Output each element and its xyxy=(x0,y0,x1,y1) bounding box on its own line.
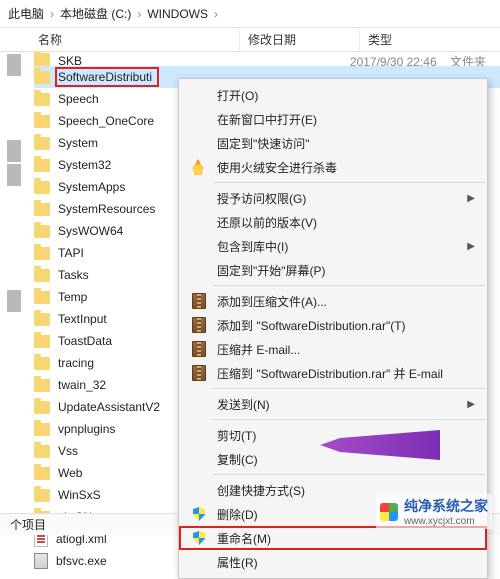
column-date[interactable]: 修改日期 xyxy=(240,28,360,51)
logo-icon xyxy=(380,503,398,521)
file-name: SysWOW64 xyxy=(58,224,123,238)
exe-file-icon xyxy=(34,553,48,569)
folder-icon xyxy=(34,93,50,106)
file-name: System32 xyxy=(58,158,111,172)
column-type[interactable]: 类型 xyxy=(360,28,500,51)
folder-icon xyxy=(34,335,50,348)
menu-compress-rar-email[interactable]: 压缩到 "SoftwareDistribution.rar" 并 E-mail xyxy=(179,361,487,385)
chevron-right-icon: › xyxy=(50,7,54,21)
file-name: SystemResources xyxy=(58,202,155,216)
menu-separator xyxy=(213,388,485,389)
folder-icon xyxy=(34,71,50,84)
folder-icon xyxy=(34,53,50,66)
menu-rename[interactable]: 重命名(M) xyxy=(179,526,487,550)
file-name: ToastData xyxy=(58,334,112,348)
menu-cut[interactable]: 剪切(T) xyxy=(179,423,487,447)
folder-icon xyxy=(34,181,50,194)
folder-icon xyxy=(34,401,50,414)
folder-icon xyxy=(34,445,50,458)
breadcrumb[interactable]: 此电脑 › 本地磁盘 (C:) › WINDOWS › xyxy=(0,0,500,28)
column-headers: 名称 修改日期 类型 xyxy=(0,28,500,52)
breadcrumb-seg[interactable]: 本地磁盘 (C:) xyxy=(60,5,131,22)
menu-separator xyxy=(213,285,485,286)
menu-open-new-window[interactable]: 在新窗口中打开(E) xyxy=(179,107,487,131)
menu-copy[interactable]: 复制(C) xyxy=(179,447,487,471)
menu-separator xyxy=(213,419,485,420)
file-name: Tasks xyxy=(58,268,89,282)
menu-pin-start[interactable]: 固定到"开始"屏幕(P) xyxy=(179,258,487,282)
file-name: Temp xyxy=(58,290,87,304)
list-item[interactable]: SKB 2017/9/30 22:46 文件夹 xyxy=(34,52,500,66)
menu-grant-access[interactable]: 授予访问权限(G)▶ xyxy=(179,186,487,210)
folder-icon xyxy=(34,159,50,172)
chevron-right-icon: › xyxy=(137,7,141,21)
folder-icon xyxy=(34,423,50,436)
menu-add-rar[interactable]: 添加到 "SoftwareDistribution.rar"(T) xyxy=(179,313,487,337)
folder-icon xyxy=(34,203,50,216)
file-name: Vss xyxy=(58,444,78,458)
breadcrumb-seg[interactable]: 此电脑 xyxy=(8,5,44,22)
file-name: SKB xyxy=(58,54,82,66)
archive-icon xyxy=(191,341,207,357)
folder-icon xyxy=(34,247,50,260)
file-name: Web xyxy=(58,466,82,480)
chevron-right-icon: ▶ xyxy=(467,399,475,410)
folder-icon xyxy=(34,269,50,282)
folder-icon xyxy=(34,115,50,128)
watermark-title: 纯净系统之家 xyxy=(404,498,488,514)
chevron-right-icon: › xyxy=(214,7,218,21)
menu-huorong-scan[interactable]: 使用火绒安全进行杀毒 xyxy=(179,155,487,179)
menu-separator xyxy=(213,182,485,183)
folder-icon xyxy=(34,489,50,502)
menu-compress-email[interactable]: 压缩并 E-mail... xyxy=(179,337,487,361)
shield-icon xyxy=(191,530,207,546)
archive-icon xyxy=(191,317,207,333)
file-date: 2017/9/30 22:46 文件夹 xyxy=(350,53,486,66)
file-name: vpnplugins xyxy=(58,422,115,436)
menu-restore-versions[interactable]: 还原以前的版本(V) xyxy=(179,210,487,234)
shield-icon xyxy=(191,506,207,522)
chevron-right-icon: ▶ xyxy=(467,241,475,252)
file-name: Speech xyxy=(58,92,99,106)
watermark: 纯净系统之家 www.xycjxt.com xyxy=(376,494,492,529)
file-name: SoftwareDistributi xyxy=(58,70,156,84)
file-name: SystemApps xyxy=(58,180,125,194)
breadcrumb-seg[interactable]: WINDOWS xyxy=(147,7,208,21)
chevron-right-icon: ▶ xyxy=(467,193,475,204)
file-name: twain_32 xyxy=(58,378,106,392)
file-name: UpdateAssistantV2 xyxy=(58,400,160,414)
watermark-url: www.xycjxt.com xyxy=(404,516,488,527)
menu-pin-quick-access[interactable]: 固定到"快速访问" xyxy=(179,131,487,155)
menu-open[interactable]: 打开(O) xyxy=(179,83,487,107)
folder-icon xyxy=(34,137,50,150)
folder-icon xyxy=(34,225,50,238)
file-name: WinSxS xyxy=(58,488,101,502)
fire-icon xyxy=(191,159,207,175)
folder-icon xyxy=(34,313,50,326)
menu-add-archive[interactable]: 添加到压缩文件(A)... xyxy=(179,289,487,313)
folder-icon xyxy=(34,467,50,480)
menu-include-library[interactable]: 包含到库中(I)▶ xyxy=(179,234,487,258)
file-name: TAPI xyxy=(58,246,84,260)
menu-properties[interactable]: 属性(R) xyxy=(179,550,487,574)
file-name: tracing xyxy=(58,356,94,370)
status-text: 个项目 xyxy=(10,516,46,533)
file-name: TextInput xyxy=(58,312,107,326)
menu-send-to[interactable]: 发送到(N)▶ xyxy=(179,392,487,416)
folder-icon xyxy=(34,379,50,392)
file-name: System xyxy=(58,136,98,150)
file-name: bfsvc.exe xyxy=(56,554,107,568)
file-name: Speech_OneCore xyxy=(58,114,154,128)
column-name[interactable]: 名称 xyxy=(0,28,240,51)
archive-icon xyxy=(191,293,207,309)
folder-icon xyxy=(34,291,50,304)
archive-icon xyxy=(191,365,207,381)
menu-separator xyxy=(213,474,485,475)
folder-icon xyxy=(34,357,50,370)
